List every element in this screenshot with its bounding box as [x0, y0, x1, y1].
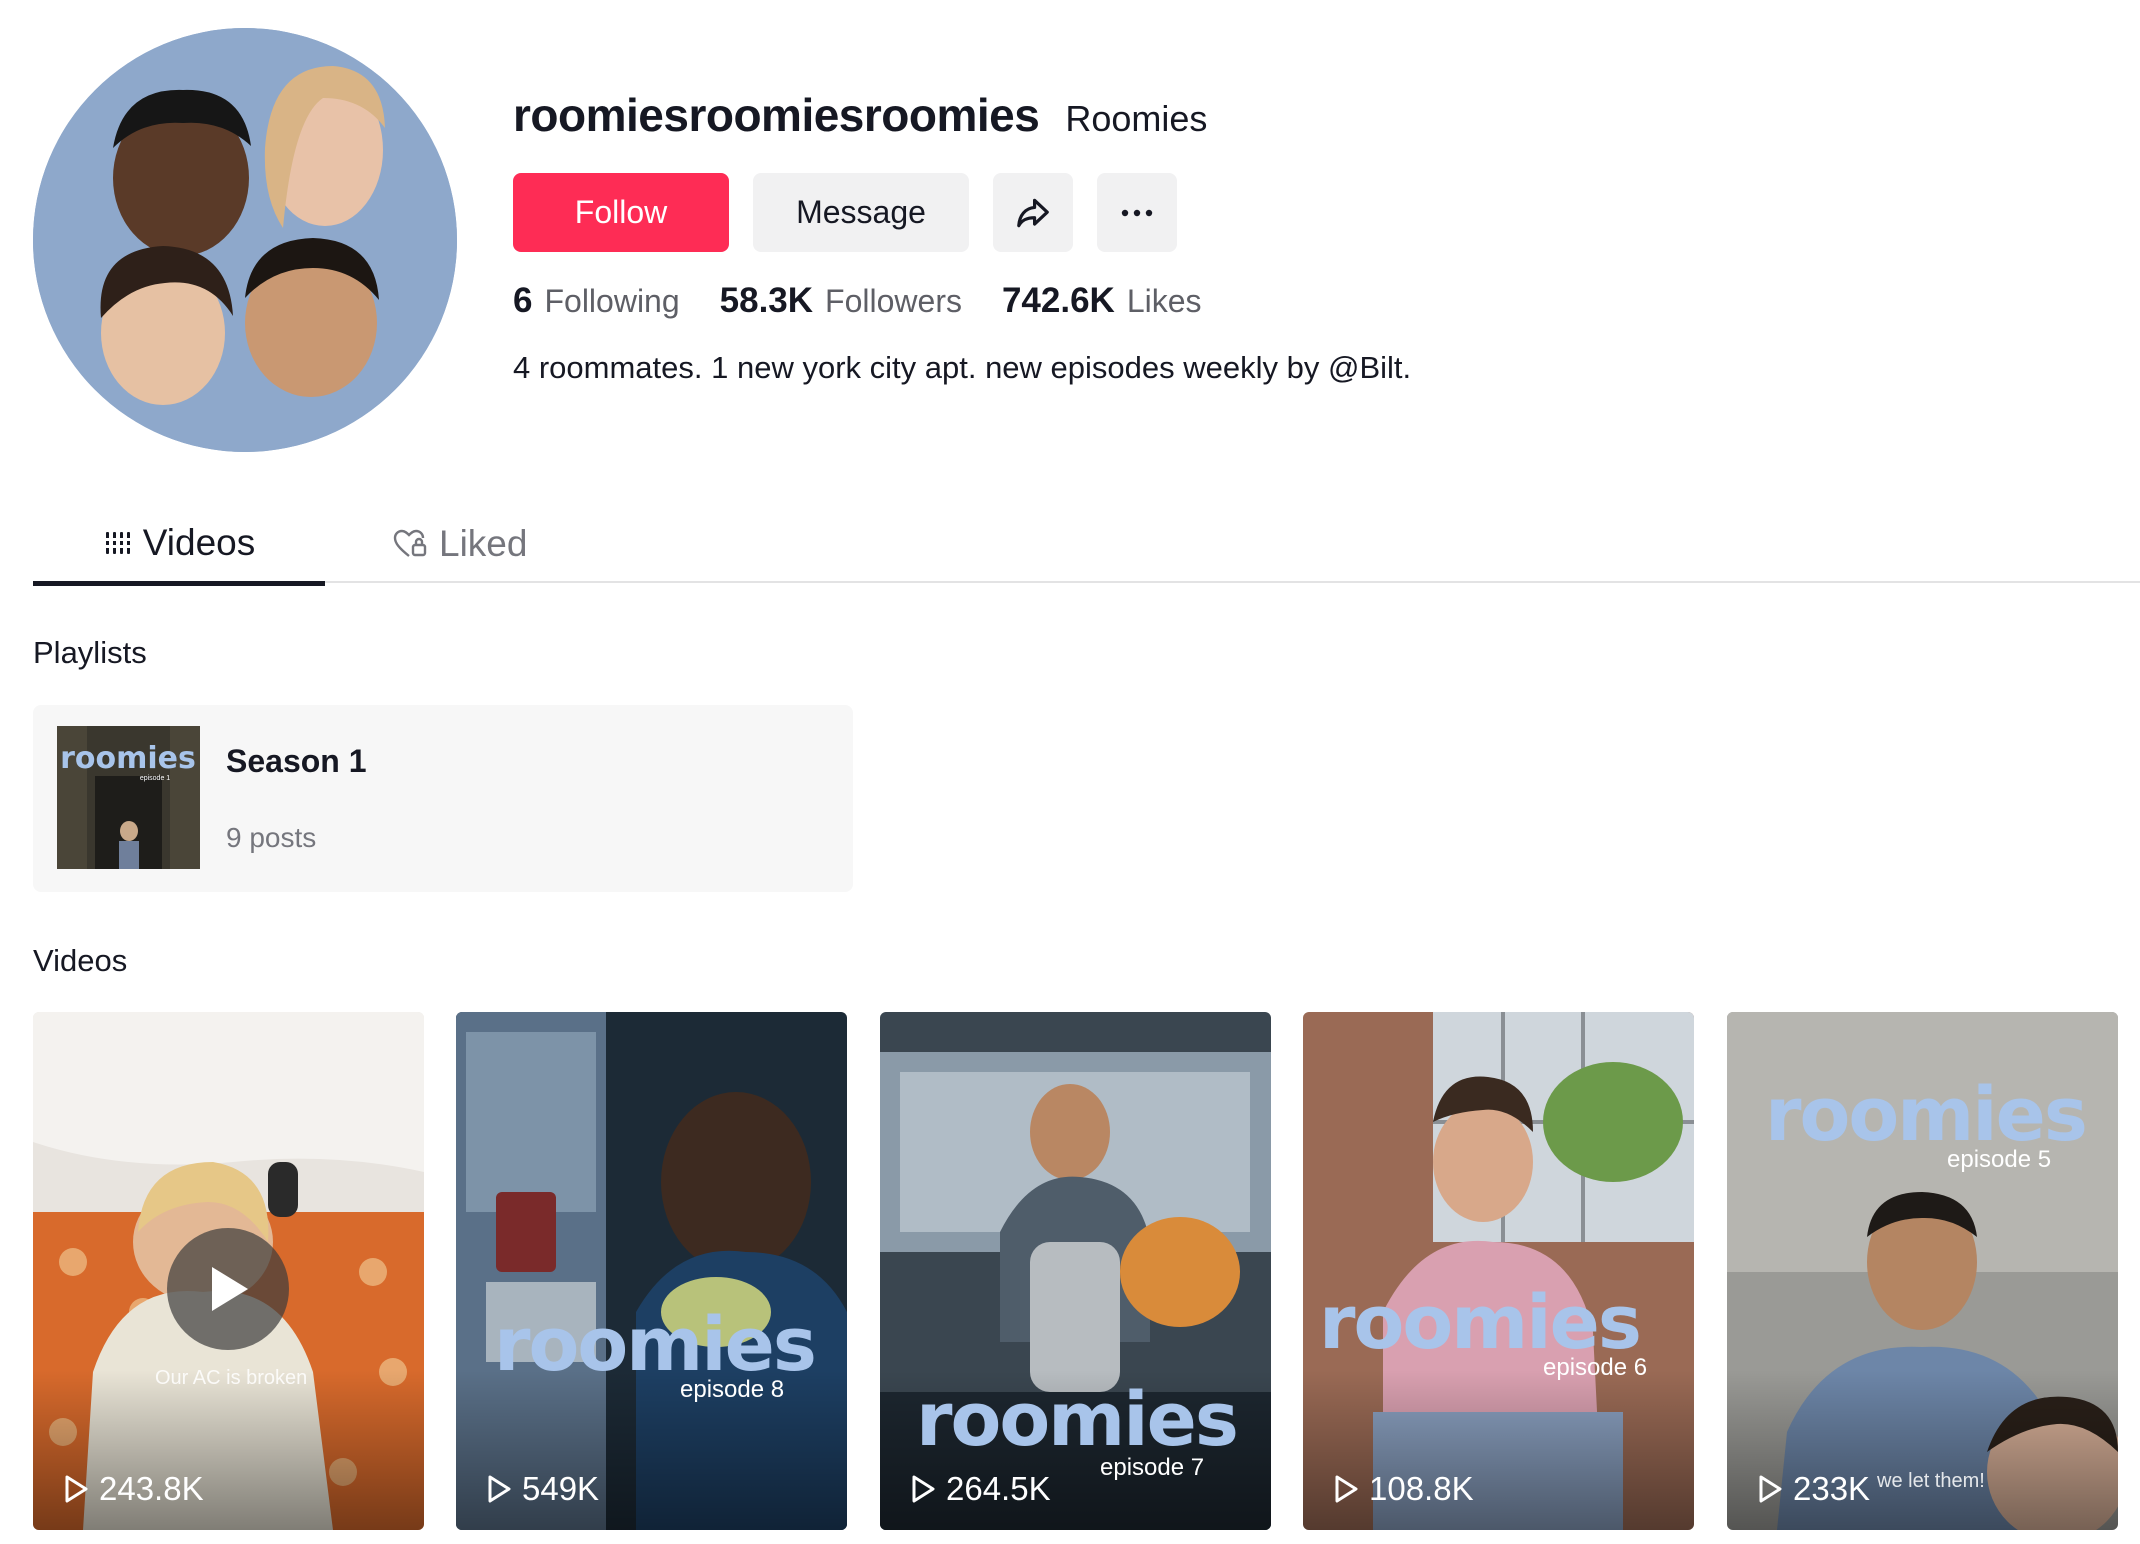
tab-videos-label: Videos: [142, 522, 256, 563]
stat-likes: 742.6K Likes: [1002, 281, 1202, 321]
profile-tabs: Videos Liked: [33, 505, 2140, 586]
profile-nickname: Roomies: [1065, 98, 1208, 139]
video-view-count: 233K: [1757, 1470, 1870, 1508]
profile-username: roomiesroomiesroomies: [513, 89, 1040, 141]
video-card[interactable]: roomies episode 8 549K: [456, 1012, 847, 1530]
video-card[interactable]: Our AC is broken 243.8K: [33, 1012, 424, 1530]
message-button[interactable]: Message: [753, 173, 969, 252]
profile-info: roomiesroomiesroomies Roomies Follow Mes…: [513, 88, 1913, 385]
stat-followers[interactable]: 58.3K Followers: [720, 281, 962, 321]
likes-label: Likes: [1126, 283, 1202, 319]
play-icon[interactable]: [167, 1228, 289, 1350]
grid-bars-icon: [102, 529, 131, 557]
tab-videos[interactable]: Videos: [33, 505, 325, 586]
views-label: 549K: [522, 1470, 600, 1507]
video-view-count: 243.8K: [63, 1470, 204, 1508]
video-caption-overlay: Our AC is broken: [155, 1367, 308, 1389]
stat-following[interactable]: 6 Following: [513, 281, 680, 321]
videos-heading: Videos: [33, 943, 128, 978]
profile-stats: 6 Following 58.3K Followers 742.6K Likes: [513, 281, 1202, 321]
tab-liked[interactable]: Liked: [393, 505, 527, 583]
video-episode-label: episode 7: [1100, 1454, 1205, 1481]
likes-count: 742.6K: [1001, 281, 1115, 320]
name-row: roomiesroomiesroomies Roomies: [513, 88, 1913, 154]
play-outline-icon: [910, 1474, 936, 1504]
followers-count: 58.3K: [719, 281, 814, 320]
views-label: 243.8K: [99, 1470, 204, 1507]
following-count: 6: [513, 281, 533, 320]
video-episode-label: episode 6: [1543, 1354, 1648, 1381]
tab-liked-label: Liked: [439, 523, 528, 564]
video-view-count: 108.8K: [1333, 1470, 1474, 1508]
video-card[interactable]: roomies episode 7 264.5K: [880, 1012, 1271, 1530]
playlists-heading: Playlists: [33, 635, 147, 670]
share-arrow-icon: [1014, 194, 1052, 232]
video-episode-label: episode 5: [1947, 1146, 2052, 1173]
video-view-count: 264.5K: [910, 1470, 1051, 1508]
more-button[interactable]: [1097, 173, 1177, 252]
playlist-card[interactable]: roomies episode 1 Season 1 9 posts: [33, 705, 853, 892]
views-label: 108.8K: [1369, 1470, 1474, 1507]
video-card[interactable]: roomies episode 5 we let them! 233K: [1727, 1012, 2118, 1530]
ellipsis-icon: [1119, 208, 1155, 218]
play-outline-icon: [1333, 1474, 1359, 1504]
video-view-count: 549K: [486, 1470, 599, 1508]
follow-button[interactable]: Follow: [513, 173, 729, 252]
play-outline-icon: [486, 1474, 512, 1504]
views-label: 264.5K: [946, 1470, 1051, 1507]
avatar-illustration: [33, 28, 457, 452]
profile-bio: 4 roommates. 1 new york city apt. new ep…: [513, 350, 1412, 385]
followers-label: Followers: [825, 283, 962, 319]
video-caption-overlay: we let them!: [1877, 1470, 1985, 1492]
video-brand-title: roomies: [916, 1377, 1239, 1463]
playlist-thumbnail: roomies episode 1: [57, 726, 200, 869]
play-outline-icon: [1757, 1474, 1783, 1504]
video-episode-label: episode 8: [680, 1376, 785, 1403]
profile-actions: Follow Message: [513, 173, 1177, 252]
playlist-title: Season 1: [226, 743, 367, 779]
following-label: Following: [544, 283, 680, 319]
views-label: 233K: [1793, 1470, 1871, 1507]
share-button[interactable]: [993, 173, 1073, 252]
playlist-post-count: 9 posts: [226, 822, 317, 853]
playlist-thumb-episode: episode 1: [140, 775, 170, 782]
play-outline-icon: [63, 1474, 89, 1504]
heart-lock-icon: [393, 529, 427, 559]
playlist-thumb-brand: roomies: [60, 741, 196, 776]
video-card[interactable]: roomies episode 6 108.8K: [1303, 1012, 1694, 1530]
profile-avatar[interactable]: [33, 28, 457, 452]
